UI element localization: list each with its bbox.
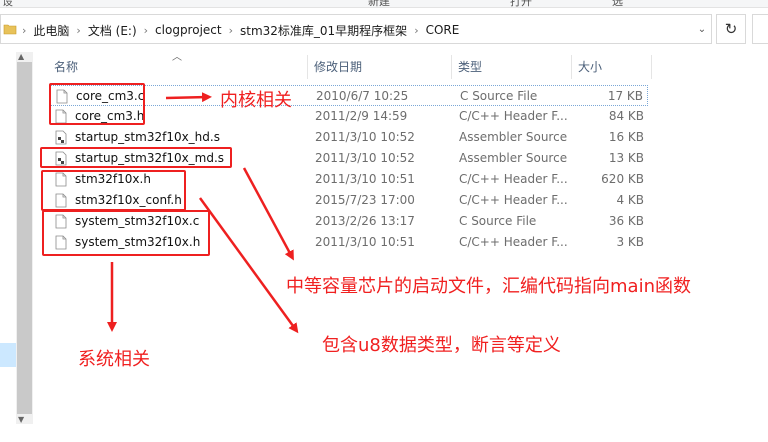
annotation-system: 系统相关 [78,349,150,370]
ribbon-strip-clipped: 设 新建 打开 选 [0,0,768,8]
file-name: startup_stm32f10x_hd.s [75,130,220,144]
breadcrumb-stm32-framework[interactable]: stm32标准库_01早期程序框架 [240,22,407,39]
address-bar-row: › 此电脑 › 文档 (E:) › clogproject › stm32标准库… [0,8,768,50]
asm-file-icon [55,130,67,145]
column-header-type[interactable]: 类型 [452,55,572,79]
scroll-down-icon[interactable]: ▼ [18,415,24,424]
file-size: 620 KB [601,172,644,186]
annotation-types: 包含u8数据类型，断言等定义 [322,335,561,356]
ribbon-label-clipped-2: 新建 [368,0,390,8]
breadcrumb-drive-e[interactable]: 文档 (E:) [88,22,137,39]
refresh-button[interactable]: ↻ [716,14,746,44]
breadcrumb-core[interactable]: CORE [426,23,460,37]
breadcrumb-this-pc[interactable]: 此电脑 [33,22,69,39]
file-date: 2011/3/10 10:52 [315,151,415,165]
address-bar[interactable]: › 此电脑 › 文档 (E:) › clogproject › stm32标准库… [0,14,712,44]
search-input[interactable] [752,14,768,44]
file-type: C/C++ Header F... [459,193,568,207]
file-type: Assembler Source [459,151,568,165]
chevron-down-icon[interactable]: ⌄ [695,23,709,37]
breadcrumb-separator[interactable]: › [144,24,148,37]
column-header-date[interactable]: 修改日期 [308,55,452,79]
file-date: 2011/3/10 10:52 [315,130,415,144]
file-date: 2011/3/10 10:51 [315,172,415,186]
file-size: 3 KB [616,235,644,249]
file-row[interactable]: startup_stm32f10x_hd.s 2011/3/10 10:52 A… [50,127,648,148]
ribbon-label-clipped-4: 选 [612,0,623,8]
breadcrumb-clogproject[interactable]: clogproject [155,23,222,37]
file-type: C Source File [460,89,538,103]
breadcrumb-separator[interactable]: › [414,24,418,37]
annotation-box-system [42,210,210,256]
ribbon-label-clipped-3: 打开 [510,0,532,8]
file-type: C/C++ Header F... [459,172,568,186]
breadcrumb: › 此电脑 › 文档 (E:) › clogproject › stm32标准库… [15,21,459,39]
column-header-size[interactable]: 大小 [572,55,652,79]
file-date: 2010/6/7 10:25 [316,89,409,103]
file-type: Assembler Source [459,130,568,144]
file-size: 84 KB [608,109,644,123]
nav-scrollbar-thumb[interactable] [17,62,32,414]
ribbon-label-clipped-1: 设 [2,0,13,8]
file-type: C/C++ Header F... [459,235,568,249]
breadcrumb-separator[interactable]: › [76,24,80,37]
annotation-box-core [49,83,145,125]
file-date: 2013/2/26 13:17 [315,214,415,228]
breadcrumb-separator[interactable]: › [229,24,233,37]
file-type: C Source File [459,214,537,228]
nav-item-selected[interactable] [0,343,16,367]
breadcrumb-separator: › [22,23,27,37]
annotation-box-startup [40,147,232,168]
annotation-box-stm32f10x [41,170,186,211]
file-date: 2015/7/23 17:00 [315,193,415,207]
file-size: 4 KB [616,193,644,207]
file-size: 36 KB [608,214,644,228]
file-size: 16 KB [608,130,644,144]
scroll-up-icon[interactable]: ▲ [18,52,24,61]
file-date: 2011/3/10 10:51 [315,235,415,249]
file-type: C/C++ Header F... [459,109,568,123]
column-header-name[interactable]: 名称 [48,55,308,79]
annotation-startup: 中等容量芯片的启动文件，汇编代码指向main函数 [286,276,691,297]
file-date: 2011/2/9 14:59 [315,109,408,123]
file-size: 17 KB [607,89,643,103]
annotation-kernel: 内核相关 [220,90,292,111]
file-size: 13 KB [608,151,644,165]
